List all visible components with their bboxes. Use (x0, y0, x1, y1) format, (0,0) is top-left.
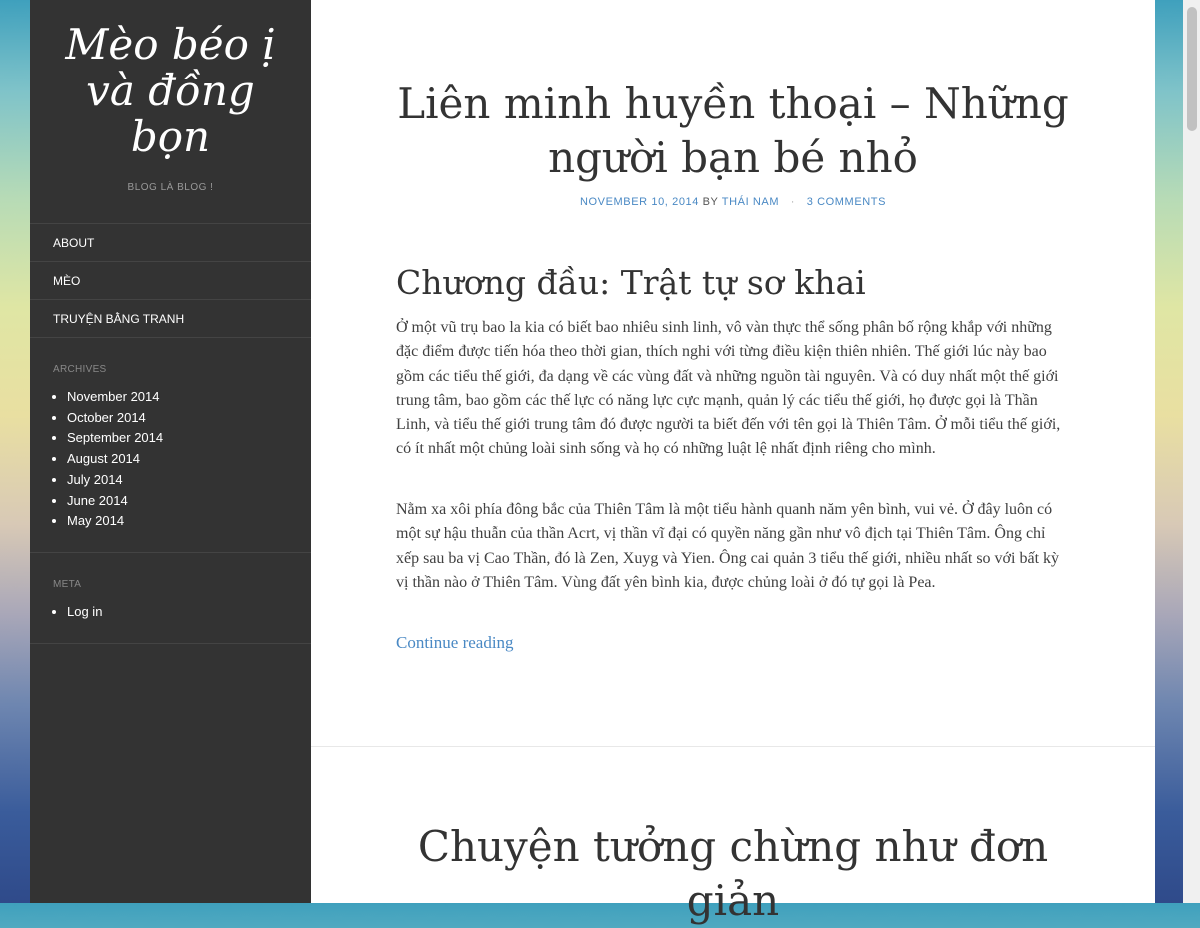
main-menu: ABOUT MÈO TRUYỆN BẰNG TRANH (30, 223, 311, 338)
post-title[interactable]: Liên minh huyền thoại – Những người bạn … (371, 77, 1095, 185)
archives-widget: ARCHIVES November 2014 October 2014 Sept… (30, 338, 311, 553)
archive-link[interactable]: September 2014 (67, 428, 288, 449)
menu-item-meo[interactable]: MÈO (30, 262, 311, 300)
archive-link[interactable]: July 2014 (67, 470, 288, 491)
post-comments-link[interactable]: 3 COMMENTS (807, 196, 886, 208)
scrollbar-thumb[interactable] (1187, 7, 1197, 131)
menu-item-comics[interactable]: TRUYỆN BẰNG TRANH (30, 300, 311, 338)
post-author[interactable]: THÁI NAM (722, 196, 779, 208)
menu-item-about[interactable]: ABOUT (30, 224, 311, 262)
archive-link[interactable]: May 2014 (67, 511, 288, 532)
chapter-heading: Chương đầu: Trật tự sơ khai (396, 263, 866, 302)
post-by: BY (702, 196, 719, 208)
archive-link[interactable]: August 2014 (67, 449, 288, 470)
continue-reading-link[interactable]: Continue reading (396, 633, 514, 653)
meta-widget: META Log in (30, 553, 311, 644)
meta-title: META (53, 578, 82, 590)
meta-separator: · (790, 196, 796, 208)
archives-list: November 2014 October 2014 September 201… (53, 387, 288, 532)
post-title[interactable]: Chuyện tưởng chừng như đơn giản (371, 820, 1095, 928)
archive-link[interactable]: June 2014 (67, 491, 288, 512)
post-meta: NOVEMBER 10, 2014 BY THÁI NAM · 3 COMMEN… (311, 196, 1155, 208)
post-paragraph: Nằm xa xôi phía đông bắc của Thiên Tâm l… (396, 501, 1060, 591)
login-link[interactable]: Log in (67, 602, 288, 623)
post-paragraph: Ở một vũ trụ bao la kia có biết bao nhiê… (396, 319, 1061, 458)
page-scrollbar[interactable] (1183, 0, 1200, 903)
site-title[interactable]: Mèo béo ị và đồng bọn (40, 22, 301, 160)
archives-title: ARCHIVES (53, 364, 107, 375)
main-content: Liên minh huyền thoại – Những người bạn … (311, 0, 1155, 925)
post-date[interactable]: NOVEMBER 10, 2014 (580, 196, 699, 208)
archive-link[interactable]: November 2014 (67, 387, 288, 408)
archive-link[interactable]: October 2014 (67, 408, 288, 429)
post-article: Liên minh huyền thoại – Những người bạn … (311, 0, 1155, 747)
sidebar: Mèo béo ị và đồng bọn BLOG LÀ BLOG ! ABO… (30, 0, 311, 903)
meta-list: Log in (53, 602, 288, 623)
site-description: BLOG LÀ BLOG ! (127, 182, 214, 193)
